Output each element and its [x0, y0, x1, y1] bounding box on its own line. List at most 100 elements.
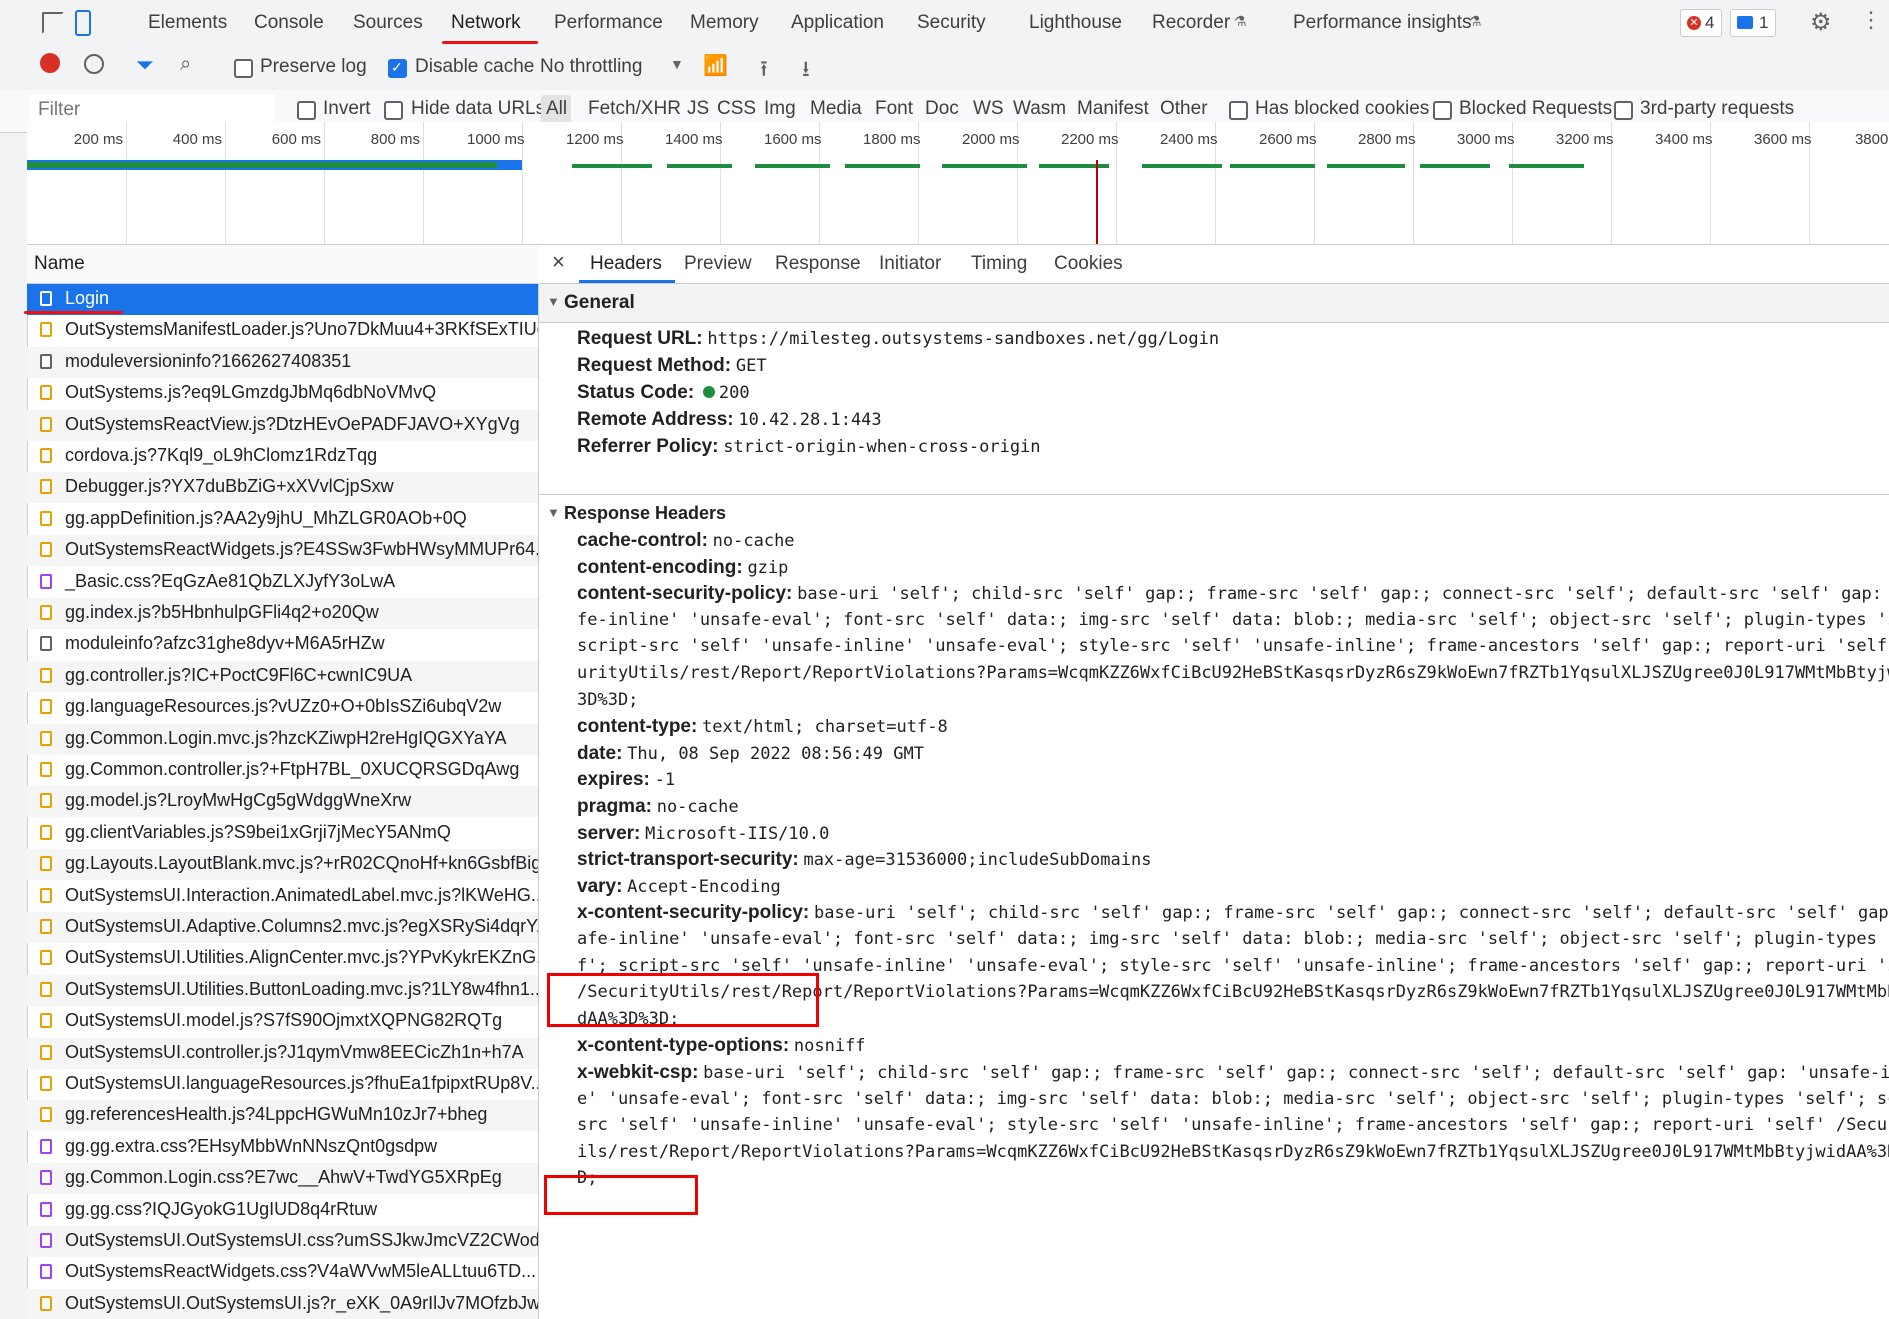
inspect-element-icon[interactable] — [42, 12, 64, 34]
response-header-value: base-uri 'self'; child-src 'self' gap:; … — [703, 1063, 1889, 1083]
tab-response[interactable]: Response — [775, 253, 861, 275]
request-row[interactable]: OutSystemsUI.OutSystemsUI.js?r_eXK_0A9rI… — [27, 1288, 538, 1319]
type-filter-ws[interactable]: WS — [973, 98, 1004, 120]
request-row[interactable]: OutSystemsReactWidgets.js?E4SSw3FwbHWsyM… — [27, 535, 538, 567]
response-headers-section-header[interactable]: ▼ Response Headers — [539, 494, 1889, 533]
request-row[interactable]: OutSystemsUI.controller.js?J1qymVmw8EECi… — [27, 1037, 538, 1069]
request-row[interactable]: moduleinfo?afzc31ghe8dyv+M6A5rHZw — [27, 629, 538, 660]
messages-badge[interactable]: 1 — [1730, 9, 1776, 37]
request-row[interactable]: gg.controller.js?IC+PoctC9Fl6C+cwnIC9UA — [27, 660, 538, 692]
request-name: gg.Common.controller.js?+FtpH7BL_0XUCQRS… — [65, 759, 520, 779]
tab-network[interactable]: Network — [451, 12, 521, 34]
request-row[interactable]: OutSystems.js?eq9LGmzdgJbMq6dbNoVMvQ — [27, 378, 538, 409]
request-row[interactable]: Debugger.js?YX7duBbZiG+xXVvlCjpSxw — [27, 472, 538, 504]
tab-elements[interactable]: Elements — [148, 12, 227, 34]
network-overview-timeline[interactable]: 200 ms 400 ms 600 ms 800 ms 1000 ms 1200 ms 14… — [27, 122, 1889, 245]
third-party-checkbox[interactable] — [1614, 101, 1633, 120]
tab-security[interactable]: Security — [917, 12, 986, 34]
request-row[interactable]: gg.Common.Login.mvc.js?hzcKZiwpH2reHgIQG… — [27, 723, 538, 755]
tab-recorder[interactable]: Recorder — [1152, 12, 1230, 34]
timeline-tick-label: 2200 ms — [1061, 131, 1119, 148]
request-row[interactable]: OutSystemsReactView.js?DtzHEvOePADFJAVO+… — [27, 409, 538, 441]
record-icon[interactable] — [40, 53, 60, 73]
chevron-down-icon[interactable]: ▼ — [670, 56, 684, 72]
request-row[interactable]: OutSystemsUI.Utilities.ButtonLoading.mvc… — [27, 974, 538, 1006]
request-row[interactable]: cordova.js?7Kql9_oL9hClomz1RdzTqg — [27, 441, 538, 472]
tab-sources[interactable]: Sources — [353, 12, 423, 34]
name-column-header[interactable]: Name — [27, 245, 538, 284]
search-icon[interactable]: ⌕ — [180, 53, 191, 76]
request-row[interactable]: gg.Common.Login.css?E7wc__AhwV+TwdYG5XRp… — [27, 1163, 538, 1195]
tab-performance-insights[interactable]: Performance insights — [1293, 12, 1471, 34]
type-filter-media[interactable]: Media — [810, 98, 862, 120]
network-conditions-icon[interactable]: 📶 — [703, 53, 728, 78]
timeline-bar-requests — [942, 164, 1027, 168]
tab-preview[interactable]: Preview — [684, 253, 752, 275]
request-row[interactable]: OutSystemsUI.Utilities.AlignCenter.mvc.j… — [27, 943, 538, 974]
request-row[interactable]: OutSystemsReactWidgets.css?V4aWVwM5leALL… — [27, 1257, 538, 1288]
tab-application[interactable]: Application — [791, 12, 884, 34]
throttling-select[interactable]: No throttling — [540, 56, 642, 78]
tab-initiator[interactable]: Initiator — [879, 253, 941, 275]
request-row[interactable]: gg.Common.controller.js?+FtpH7BL_0XUCQRS… — [27, 755, 538, 786]
has-blocked-cookies-checkbox[interactable] — [1229, 101, 1248, 120]
request-row[interactable]: OutSystemsUI.model.js?S7fS90OjmxtXQPNG82… — [27, 1006, 538, 1037]
type-filter-doc[interactable]: Doc — [925, 98, 959, 120]
type-filter-fetch-xhr[interactable]: Fetch/XHR — [588, 98, 681, 120]
tab-headers[interactable]: Headers — [590, 253, 662, 275]
request-row[interactable]: gg.model.js?LroyMwHgCg5gWdggWneXrw — [27, 786, 538, 818]
type-filter-css[interactable]: CSS — [717, 98, 756, 120]
request-row[interactable]: gg.referencesHealth.js?4LppcHGWuMn10zJr7… — [27, 1100, 538, 1132]
script-icon — [40, 1044, 52, 1060]
request-row[interactable]: gg.Layouts.LayoutBlank.mvc.js?+rR02CQnoH… — [27, 849, 538, 881]
timeline-bar-requests — [845, 164, 920, 168]
export-har-icon[interactable]: ⭳ — [802, 52, 810, 90]
clear-icon[interactable] — [84, 54, 104, 74]
type-filter-js[interactable]: JS — [687, 98, 709, 120]
type-filter-font[interactable]: Font — [875, 98, 913, 120]
type-filter-manifest[interactable]: Manifest — [1077, 98, 1149, 120]
request-row[interactable]: OutSystemsUI.Interaction.AnimatedLabel.m… — [27, 881, 538, 912]
disable-cache-checkbox[interactable] — [388, 59, 407, 78]
tab-memory[interactable]: Memory — [690, 12, 759, 34]
errors-badge[interactable]: ✕ 4 — [1680, 9, 1722, 37]
blocked-requests-checkbox[interactable] — [1433, 101, 1452, 120]
response-header-key: x-webkit-csp: — [577, 1062, 699, 1083]
tab-lighthouse[interactable]: Lighthouse — [1029, 12, 1122, 34]
response-header-value: Accept-Encoding — [627, 876, 781, 897]
request-row[interactable]: OutSystemsUI.Adaptive.Columns2.mvc.js?eg… — [27, 912, 538, 943]
response-header-value: nosniff — [793, 1036, 866, 1057]
general-section-header[interactable]: ▼ General — [539, 284, 1889, 323]
gear-icon[interactable]: ⚙ — [1810, 8, 1832, 37]
request-row[interactable]: OutSystemsUI.languageResources.js?fhuEa1… — [27, 1069, 538, 1100]
tab-performance[interactable]: Performance — [554, 12, 663, 34]
request-row[interactable]: gg.gg.css?IQJGyokG1UgIUD8q4rRtuw — [27, 1195, 538, 1226]
tab-cookies[interactable]: Cookies — [1054, 253, 1123, 275]
hide-data-urls-checkbox[interactable] — [384, 101, 403, 120]
response-header-value: gzip — [747, 557, 789, 578]
more-options-icon[interactable]: ⋮ — [1860, 7, 1882, 33]
type-filter-wasm[interactable]: Wasm — [1013, 98, 1066, 120]
invert-checkbox[interactable] — [297, 101, 316, 120]
request-row[interactable]: gg.gg.extra.css?EHsyMbbWnNNszQnt0gsdpw — [27, 1132, 538, 1163]
request-row[interactable]: gg.index.js?b5HbnhulpGFli4q2+o20Qw — [27, 598, 538, 629]
filter-icon[interactable]: ⏷ — [136, 52, 154, 78]
error-icon: ✕ — [1687, 16, 1701, 30]
close-icon[interactable]: × — [552, 249, 565, 275]
type-filter-img[interactable]: Img — [764, 98, 796, 120]
tab-console[interactable]: Console — [254, 12, 324, 34]
preserve-log-checkbox[interactable] — [234, 59, 253, 78]
request-row[interactable]: OutSystemsManifestLoader.js?Uno7DkMuu4+3… — [27, 315, 538, 346]
type-filter-other[interactable]: Other — [1160, 98, 1208, 120]
timeline-tick-label: 3800 m — [1854, 131, 1889, 148]
request-row[interactable]: gg.languageResources.js?vUZz0+O+0bIsSZi6… — [27, 692, 538, 723]
request-row[interactable]: _Basic.css?EqGzAe81QbZLXJyfY3oLwA — [27, 567, 538, 598]
request-row[interactable]: gg.appDefinition.js?AA2y9jhU_MhZLGR0AOb+… — [27, 504, 538, 535]
request-row[interactable]: OutSystemsUI.OutSystemsUI.css?umSSJkwJmc… — [27, 1226, 538, 1257]
tab-timing[interactable]: Timing — [971, 253, 1027, 275]
request-row[interactable]: gg.clientVariables.js?S9bei1xGrji7jMecY5… — [27, 818, 538, 849]
detail-tabbar: × Headers Preview Response Initiator Tim… — [539, 245, 1889, 289]
device-toolbar-icon[interactable] — [75, 10, 91, 36]
request-row[interactable]: moduleversioninfo?1662627408351 — [27, 346, 538, 378]
import-har-icon[interactable]: ⭱ — [760, 52, 768, 90]
